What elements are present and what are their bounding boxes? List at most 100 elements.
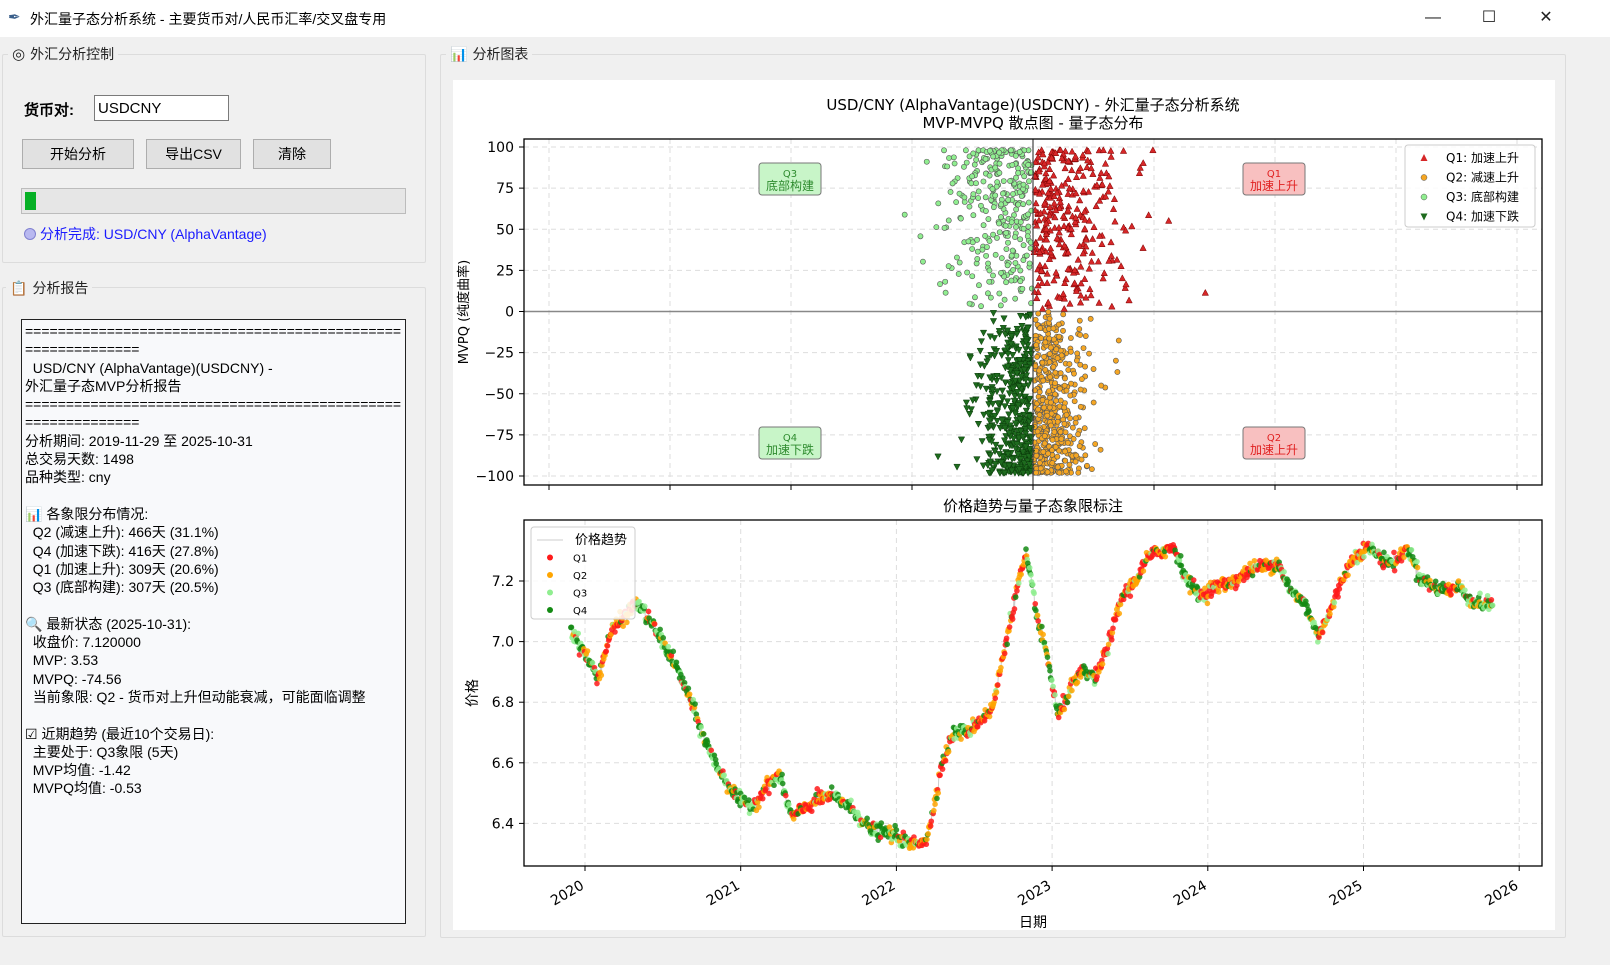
quadrant-label-text: 底部构建 [766, 178, 814, 193]
price-point-q2 [932, 801, 938, 807]
close-button[interactable]: ✕ [1523, 4, 1569, 32]
scatter-point-q2 [1092, 441, 1099, 447]
scatter-point-q1 [1095, 298, 1103, 306]
scatter-ylabel: MVPQ (纯度曲率) [456, 260, 472, 364]
price-point-q2 [1018, 571, 1024, 578]
scatter-point-q2 [1055, 321, 1062, 328]
report-line: MVP均值: -1.42 [25, 762, 131, 779]
price-point-q4 [1039, 623, 1045, 630]
scatter-point-q2 [1053, 346, 1060, 353]
scatter-point-q3 [1020, 242, 1027, 249]
scatter-point-q1 [1033, 294, 1041, 302]
scatter-point-q2 [1082, 363, 1088, 370]
scatter-point-q2 [1065, 440, 1071, 446]
price-point-q2 [1116, 610, 1123, 617]
scatter-point-q1 [1044, 298, 1052, 306]
scatter-point-q1 [1098, 240, 1106, 247]
price-point-q1 [603, 648, 610, 655]
scatter-point-q2 [1053, 397, 1059, 404]
price-point-q4 [1177, 553, 1184, 559]
scatter-point-q2 [1071, 398, 1078, 405]
scatter-point-q2 [1058, 435, 1065, 442]
scatter-point-q3 [983, 252, 990, 259]
report-line: 分析期间: 2019-11-29 至 2025-10-31 [25, 432, 253, 449]
scatter-point-q1 [1062, 275, 1070, 283]
price-point-q3 [848, 797, 854, 804]
scatter-point-q3 [976, 282, 982, 289]
scatter-point-q2 [1082, 333, 1089, 339]
figure-canvas: USD/CNY (AlphaVantage)(USDCNY) - 外汇量子态分析… [453, 80, 1555, 930]
scatter-point-q2 [1036, 411, 1043, 418]
report-frame-label: 分析报告 [32, 280, 89, 296]
report-textarea[interactable]: ========================================… [21, 319, 406, 924]
price-point-q3 [1462, 587, 1468, 593]
scatter-point-q2 [1050, 336, 1057, 343]
price-point-q1 [594, 680, 600, 687]
price-point-q2 [931, 807, 937, 814]
y-tick-label: −100 [476, 469, 514, 485]
scatter-point-q4 [978, 438, 986, 446]
price-point-q4 [746, 797, 752, 803]
price-point-q1 [808, 808, 815, 815]
price-point-q2 [993, 689, 1000, 696]
scatter-point-q3 [998, 201, 1005, 208]
scatter-point-q3 [990, 204, 997, 211]
price-point-q4 [779, 780, 786, 787]
report-line: ========================================… [25, 323, 402, 358]
scatter-point-q3 [1007, 178, 1013, 184]
price-point-q2 [1061, 706, 1068, 713]
scatter-point-q1 [1119, 146, 1128, 154]
legend-marker [547, 572, 553, 578]
scatter-point-q4 [976, 347, 984, 355]
scatter-point-q4 [974, 420, 983, 428]
price-point-q4 [771, 782, 777, 789]
clear-button[interactable]: 清除 [253, 139, 331, 169]
maximize-button[interactable]: ☐ [1466, 4, 1512, 32]
scatter-point-q1 [1076, 164, 1084, 171]
scatter-point-q1 [1081, 275, 1089, 282]
minimize-button[interactable]: — [1410, 4, 1456, 32]
report-line: Q3 (底部构建): 307天 (20.5%) [25, 579, 219, 596]
scatter-point-q3 [1028, 285, 1035, 292]
scatter-point-q3 [941, 225, 948, 231]
price-point-q4 [700, 731, 707, 737]
scatter-point-q3 [1004, 262, 1011, 269]
scatter-point-q3 [978, 202, 984, 209]
scatter-point-q3 [970, 150, 977, 157]
price-point-q2 [1327, 611, 1333, 617]
scatter-point-q3 [1001, 296, 1008, 303]
scatter-point-q3 [992, 164, 999, 171]
price-point-q1 [1011, 606, 1018, 612]
scatter-point-q3 [1000, 178, 1007, 185]
scatter-point-q2 [1046, 359, 1053, 366]
y-tick-label: −50 [484, 387, 514, 403]
start-analysis-button[interactable]: 开始分析 [22, 139, 134, 169]
currency-pair-input[interactable] [94, 95, 229, 121]
scatter-point-q2 [1046, 351, 1053, 357]
price-point-q3 [575, 630, 582, 637]
legend-label: Q2: 减速上升 [1446, 171, 1519, 185]
x-tick-label: 2024 [1171, 878, 1210, 910]
scatter-point-q4 [989, 310, 998, 317]
price-point-q2 [925, 831, 931, 837]
scatter-point-q3 [972, 294, 978, 301]
price-point-q1 [1055, 714, 1062, 721]
price-point-q2 [756, 804, 762, 810]
scatter-point-q4 [993, 378, 1001, 385]
scatter-point-q3 [933, 224, 940, 231]
scatter-point-q3 [1015, 201, 1022, 208]
scatter-point-q2 [1041, 440, 1048, 447]
scatter-point-q2 [1097, 446, 1104, 453]
scatter-point-q2 [1072, 458, 1079, 465]
scatter-point-q3 [1017, 219, 1024, 225]
price-point-q3 [1489, 602, 1496, 609]
scatter-point-q4 [977, 338, 986, 346]
export-csv-button[interactable]: 导出CSV [146, 139, 241, 169]
scatter-point-q2 [1115, 337, 1122, 344]
scatter-point-q3 [986, 238, 993, 244]
scatter-point-q1 [1128, 222, 1136, 230]
scatter-point-q1 [1092, 202, 1100, 210]
price-point-q1 [763, 786, 769, 792]
scatter-point-q3 [1026, 260, 1033, 267]
scatter-point-q3 [986, 267, 993, 274]
